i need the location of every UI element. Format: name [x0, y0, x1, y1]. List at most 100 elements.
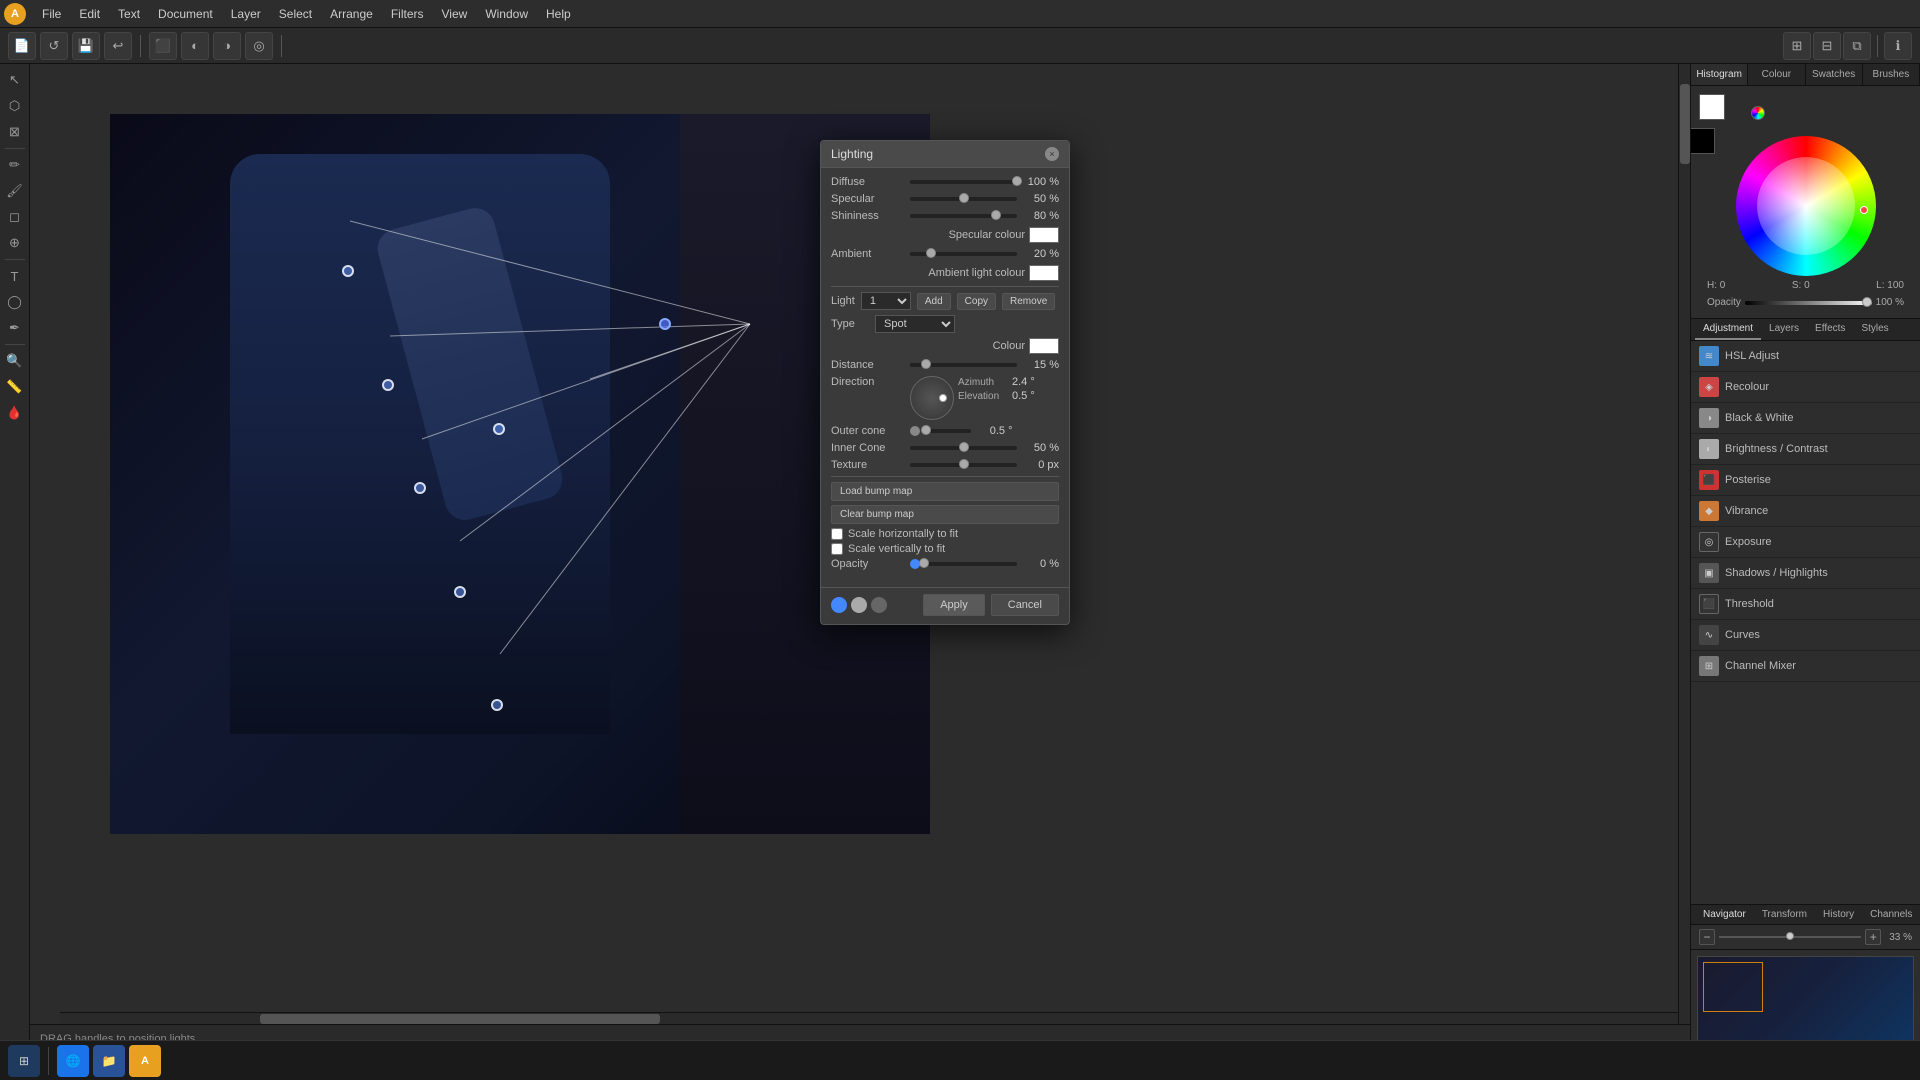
- adj-shadows[interactable]: ▣ Shadows / Highlights: [1691, 558, 1920, 589]
- grid-btn[interactable]: ⊟: [1813, 32, 1841, 60]
- tab-effects[interactable]: Effects: [1807, 319, 1853, 340]
- tab-swatches[interactable]: Swatches: [1806, 64, 1863, 85]
- tool-shape[interactable]: ◯: [3, 290, 27, 314]
- preview-icon-1[interactable]: [831, 597, 847, 613]
- adj-brightness[interactable]: ◐ Brightness / Contrast: [1691, 434, 1920, 465]
- light-handle-1[interactable]: [342, 265, 354, 277]
- tool-clone[interactable]: ⊕: [3, 231, 27, 255]
- mode-btn4[interactable]: ◎: [245, 32, 273, 60]
- light-handle-6[interactable]: [454, 586, 466, 598]
- info-btn[interactable]: ℹ: [1884, 32, 1912, 60]
- preview-icon-2[interactable]: [851, 597, 867, 613]
- adj-posterise[interactable]: ⬛ Posterise: [1691, 465, 1920, 496]
- tab-styles[interactable]: Styles: [1853, 319, 1896, 340]
- navigator-preview[interactable]: [1697, 956, 1914, 1046]
- open-btn[interactable]: ↺: [40, 32, 68, 60]
- menu-layer[interactable]: Layer: [223, 5, 269, 23]
- mode-btn1[interactable]: ⬛: [149, 32, 177, 60]
- tool-text[interactable]: T: [3, 264, 27, 288]
- tool-crop[interactable]: ⊠: [3, 120, 27, 144]
- apply-btn[interactable]: Apply: [923, 594, 985, 616]
- light-select[interactable]: 1 2 3: [861, 292, 911, 310]
- photo-canvas[interactable]: [110, 114, 930, 834]
- menu-file[interactable]: File: [34, 5, 69, 23]
- background-swatch[interactable]: [1690, 128, 1715, 154]
- taskbar-affinity[interactable]: A: [129, 1045, 161, 1077]
- v-scrollbar-thumb[interactable]: [1680, 84, 1690, 164]
- light-handle-7[interactable]: [491, 699, 503, 711]
- mode-btn2[interactable]: ◐: [181, 32, 209, 60]
- tab-colour[interactable]: Colour: [1748, 64, 1805, 85]
- light-handle-2[interactable]: [382, 379, 394, 391]
- colour-swatch[interactable]: [1029, 338, 1059, 354]
- menu-document[interactable]: Document: [150, 5, 221, 23]
- zoom-track[interactable]: [1719, 936, 1861, 938]
- distance-slider[interactable]: [910, 363, 1017, 367]
- menu-help[interactable]: Help: [538, 5, 579, 23]
- load-bump-map-btn[interactable]: Load bump map: [831, 482, 1059, 501]
- tool-eyedrop[interactable]: 🩸: [3, 401, 27, 425]
- tool-zoom[interactable]: 🔍: [3, 349, 27, 373]
- menu-window[interactable]: Window: [477, 5, 536, 23]
- tool-node[interactable]: ⬡: [3, 94, 27, 118]
- cancel-btn[interactable]: Cancel: [991, 594, 1059, 616]
- menu-edit[interactable]: Edit: [71, 5, 108, 23]
- adj-channel-mixer[interactable]: ⊞ Channel Mixer: [1691, 651, 1920, 682]
- opacity-dialog-slider[interactable]: [924, 562, 1017, 566]
- adj-recolour[interactable]: ◈ Recolour: [1691, 372, 1920, 403]
- scale-h-checkbox[interactable]: [831, 528, 843, 540]
- zoom-out-btn[interactable]: −: [1699, 929, 1715, 945]
- texture-slider[interactable]: [910, 463, 1017, 467]
- tool-paint[interactable]: 🖌: [3, 179, 27, 203]
- inner-cone-slider[interactable]: [910, 446, 1017, 450]
- tab-histogram[interactable]: Histogram: [1691, 64, 1748, 85]
- dialog-close-btn[interactable]: ×: [1045, 147, 1059, 161]
- adj-threshold[interactable]: ⬛ Threshold: [1691, 589, 1920, 620]
- adj-bw[interactable]: ◑ Black & White: [1691, 403, 1920, 434]
- view-btn[interactable]: ⧉: [1843, 32, 1871, 60]
- tool-select[interactable]: ↖: [3, 68, 27, 92]
- adj-exposure[interactable]: ◎ Exposure: [1691, 527, 1920, 558]
- foreground-swatch[interactable]: [1699, 94, 1725, 120]
- adj-vibrance[interactable]: ◆ Vibrance: [1691, 496, 1920, 527]
- tool-brush[interactable]: ✏: [3, 153, 27, 177]
- tool-erase[interactable]: ◻: [3, 205, 27, 229]
- tab-channels[interactable]: Channels: [1862, 905, 1920, 924]
- light-handle-5[interactable]: [414, 482, 426, 494]
- menu-view[interactable]: View: [434, 5, 476, 23]
- undo-btn[interactable]: ↩: [104, 32, 132, 60]
- taskbar-start[interactable]: ⊞: [8, 1045, 40, 1077]
- menu-select[interactable]: Select: [271, 5, 320, 23]
- diffuse-slider[interactable]: [910, 180, 1017, 184]
- snap-btn[interactable]: ⊞: [1783, 32, 1811, 60]
- shininess-slider[interactable]: [910, 214, 1017, 218]
- ambient-colour-swatch[interactable]: [1029, 265, 1059, 281]
- zoom-in-btn[interactable]: +: [1865, 929, 1881, 945]
- h-scrollbar[interactable]: [60, 1012, 1690, 1024]
- tool-measure[interactable]: 📏: [3, 375, 27, 399]
- save-btn[interactable]: 💾: [72, 32, 100, 60]
- menu-arrange[interactable]: Arrange: [322, 5, 381, 23]
- preview-icon-3[interactable]: [871, 597, 887, 613]
- menu-text[interactable]: Text: [110, 5, 148, 23]
- tab-layers[interactable]: Layers: [1761, 319, 1807, 340]
- clear-bump-map-btn[interactable]: Clear bump map: [831, 505, 1059, 524]
- taskbar-browser[interactable]: 🌐: [57, 1045, 89, 1077]
- copy-light-btn[interactable]: Copy: [957, 293, 996, 310]
- tab-history[interactable]: History: [1815, 905, 1862, 924]
- light-handle-4[interactable]: [659, 318, 671, 330]
- v-scrollbar[interactable]: [1678, 64, 1690, 1024]
- mode-btn3[interactable]: ◑: [213, 32, 241, 60]
- remove-light-btn[interactable]: Remove: [1002, 293, 1055, 310]
- color-wheel-container[interactable]: [1736, 136, 1876, 276]
- tool-pen[interactable]: ✒: [3, 316, 27, 340]
- specular-colour-swatch[interactable]: [1029, 227, 1059, 243]
- ambient-slider[interactable]: [910, 252, 1017, 256]
- scale-v-checkbox[interactable]: [831, 543, 843, 555]
- outer-cone-slider[interactable]: [924, 429, 971, 433]
- adj-curves[interactable]: ∿ Curves: [1691, 620, 1920, 651]
- specular-slider[interactable]: [910, 197, 1017, 201]
- color-mode-icon[interactable]: [1751, 106, 1765, 120]
- tab-navigator[interactable]: Navigator: [1695, 905, 1754, 924]
- type-select[interactable]: Spot Point Directional: [875, 315, 955, 333]
